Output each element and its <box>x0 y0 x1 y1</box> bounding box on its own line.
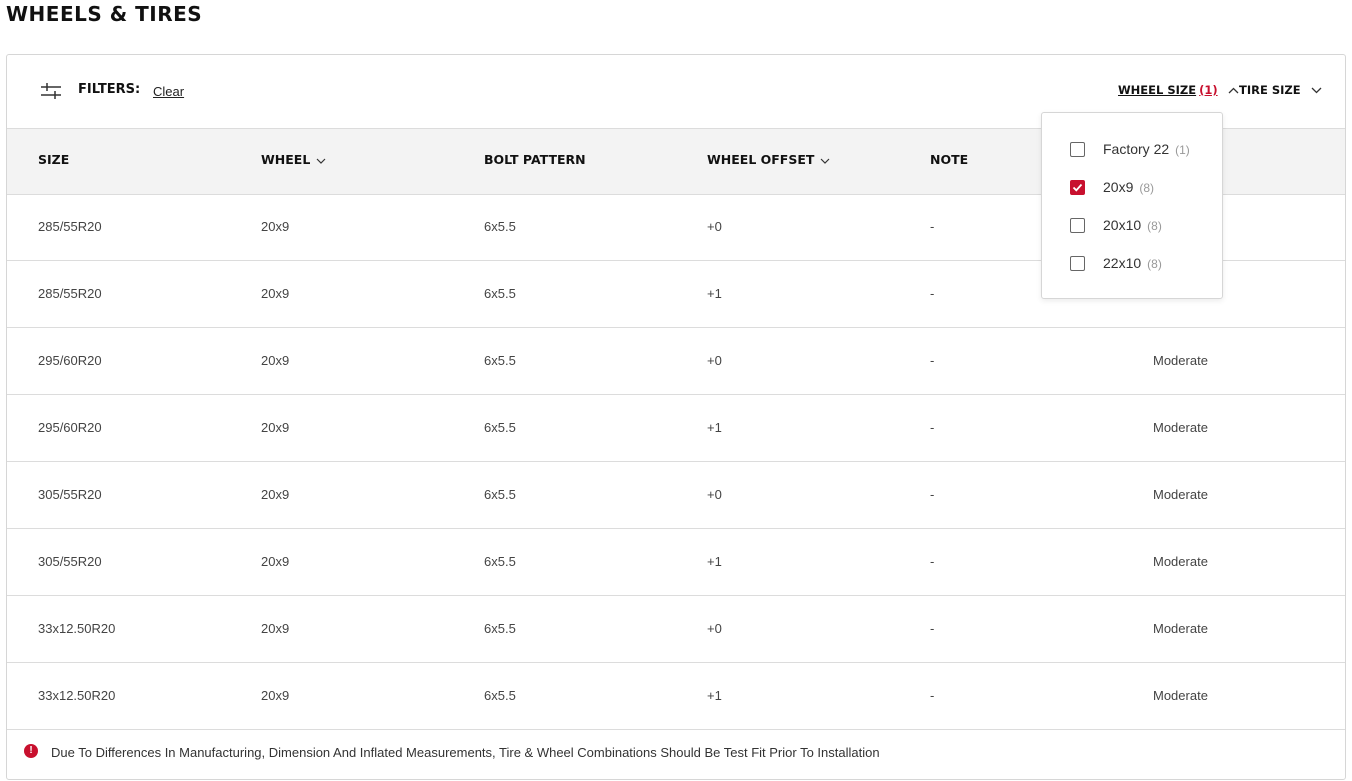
column-header-wheel-offset-label: WHEEL OFFSET <box>707 152 815 167</box>
cell-note: - <box>930 487 935 502</box>
disclaimer-text: Due To Differences In Manufacturing, Dim… <box>51 745 880 760</box>
sliders-icon[interactable] <box>41 83 61 99</box>
chevron-down-icon <box>316 158 326 164</box>
cell-note: - <box>930 286 935 301</box>
cell-offset: +1 <box>707 420 722 435</box>
cell-offset: +1 <box>707 554 722 569</box>
column-header-size: SIZE <box>38 152 70 167</box>
cell-bolt-pattern: 6x5.5 <box>484 420 516 435</box>
column-header-note: NOTE <box>930 152 969 167</box>
option-label: Factory 22 <box>1103 141 1170 157</box>
option-count: (1) <box>1175 143 1190 157</box>
cell-wheel: 20x9 <box>261 353 290 368</box>
chevron-up-icon <box>1228 87 1239 94</box>
cell-note: - <box>930 219 935 234</box>
cell-size: 305/55R20 <box>38 554 102 569</box>
cell-bolt-pattern: 6x5.5 <box>484 487 516 502</box>
cell-offset: +0 <box>707 219 722 234</box>
wheel-size-dropdown[interactable]: WHEEL SIZE (1) <box>1118 83 1239 97</box>
cell-size: 285/55R20 <box>38 219 102 234</box>
table-row: 33x12.50R20 20x9 6x5.5 +0 - Moderate <box>7 596 1345 663</box>
column-header-wheel-offset[interactable]: WHEEL OFFSET <box>707 152 830 167</box>
wheel-size-label: WHEEL SIZE <box>1118 83 1197 97</box>
option-label: 22x10 <box>1103 255 1142 271</box>
chevron-down-icon <box>1311 87 1322 94</box>
cell-size: 33x12.50R20 <box>38 621 116 636</box>
cell-fit: Moderate <box>1153 420 1208 435</box>
cell-fit: Moderate <box>1153 688 1208 703</box>
cell-size: 305/55R20 <box>38 487 102 502</box>
cell-fit: Moderate <box>1153 621 1208 636</box>
cell-fit: Moderate <box>1153 554 1208 569</box>
wheel-size-menu: Factory 22 (1) 20x9 (8) 20x10 (8) 22x10 (8) <box>1041 112 1223 299</box>
cell-wheel: 20x9 <box>261 420 290 435</box>
table-row: 295/60R20 20x9 6x5.5 +0 - Moderate <box>7 328 1345 395</box>
filters-label: FILTERS: <box>78 82 141 97</box>
table-row: 33x12.50R20 20x9 6x5.5 +1 - Moderate <box>7 663 1345 730</box>
cell-wheel: 20x9 <box>261 219 290 234</box>
column-header-bolt-pattern: BOLT PATTERN <box>484 152 586 167</box>
cell-note: - <box>930 420 935 435</box>
cell-bolt-pattern: 6x5.5 <box>484 554 516 569</box>
table-row: 305/55R20 20x9 6x5.5 +1 - Moderate <box>7 529 1345 596</box>
cell-bolt-pattern: 6x5.5 <box>484 688 516 703</box>
cell-offset: +0 <box>707 353 722 368</box>
table-row: 295/60R20 20x9 6x5.5 +1 - Moderate <box>7 395 1345 462</box>
checkbox-checked[interactable] <box>1070 180 1085 195</box>
tire-size-label: TIRE SIZE <box>1239 83 1301 97</box>
cell-bolt-pattern: 6x5.5 <box>484 286 516 301</box>
cell-note: - <box>930 621 935 636</box>
option-count: (8) <box>1147 257 1162 271</box>
exclamation-circle-icon: ! <box>24 744 38 758</box>
option-count: (8) <box>1147 219 1162 233</box>
cell-offset: +0 <box>707 487 722 502</box>
checkbox[interactable] <box>1070 218 1085 233</box>
tire-size-dropdown[interactable]: TIRE SIZE <box>1239 83 1322 97</box>
checkbox[interactable] <box>1070 256 1085 271</box>
cell-note: - <box>930 688 935 703</box>
cell-bolt-pattern: 6x5.5 <box>484 621 516 636</box>
table-row: 305/55R20 20x9 6x5.5 +0 - Moderate <box>7 462 1345 529</box>
column-header-wheel[interactable]: WHEEL <box>261 152 326 167</box>
clear-filters-link[interactable]: Clear <box>153 84 184 99</box>
cell-wheel: 20x9 <box>261 688 290 703</box>
cell-fit: Moderate <box>1153 487 1208 502</box>
option-label: 20x9 <box>1103 179 1134 195</box>
cell-wheel: 20x9 <box>261 487 290 502</box>
checkbox[interactable] <box>1070 142 1085 157</box>
cell-size: 295/60R20 <box>38 353 102 368</box>
cell-note: - <box>930 353 935 368</box>
checkmark-icon <box>1072 183 1083 192</box>
fitment-disclaimer: ! Due To Differences In Manufacturing, D… <box>7 728 1345 778</box>
page-title: WHEELS & TIRES <box>6 2 203 26</box>
cell-bolt-pattern: 6x5.5 <box>484 353 516 368</box>
chevron-down-icon <box>820 158 830 164</box>
cell-offset: +1 <box>707 286 722 301</box>
option-label: 20x10 <box>1103 217 1142 233</box>
cell-fit: Moderate <box>1153 353 1208 368</box>
option-count: (8) <box>1139 181 1155 195</box>
cell-note: - <box>930 554 935 569</box>
cell-bolt-pattern: 6x5.5 <box>484 219 516 234</box>
cell-offset: +1 <box>707 688 722 703</box>
cell-offset: +0 <box>707 621 722 636</box>
wheel-size-count: (1) <box>1199 83 1218 97</box>
column-header-wheel-label: WHEEL <box>261 152 311 167</box>
cell-wheel: 20x9 <box>261 286 290 301</box>
cell-size: 295/60R20 <box>38 420 102 435</box>
cell-size: 285/55R20 <box>38 286 102 301</box>
cell-wheel: 20x9 <box>261 621 290 636</box>
cell-size: 33x12.50R20 <box>38 688 116 703</box>
cell-wheel: 20x9 <box>261 554 290 569</box>
